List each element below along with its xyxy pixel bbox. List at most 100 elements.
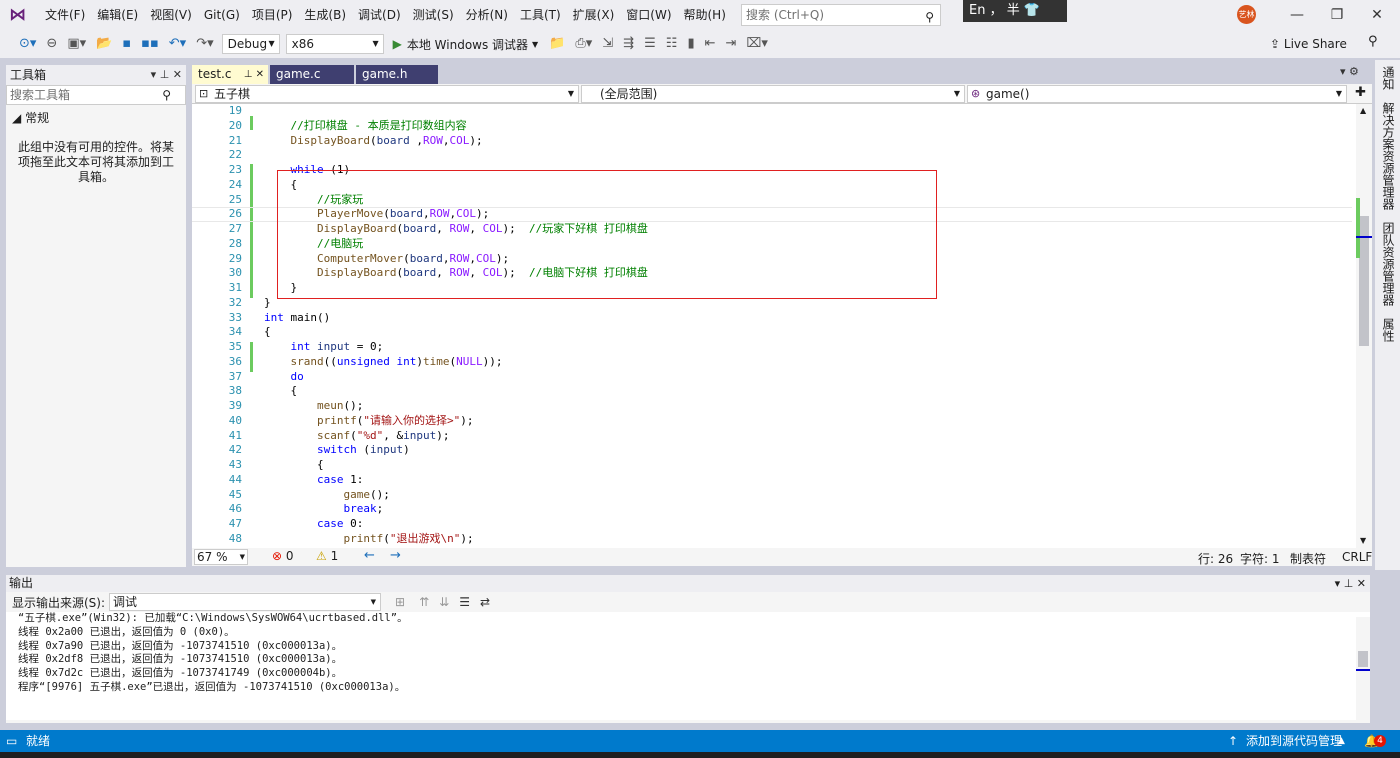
tab-game-c[interactable]: game.c	[270, 65, 354, 84]
tab-solution-explorer[interactable]: 解决方案资源管理器	[1375, 96, 1400, 216]
menu-test[interactable]: 测试(S)	[407, 0, 460, 30]
code-line[interactable]: do	[264, 370, 1344, 385]
bookmark-icon[interactable]: ▮	[682, 30, 699, 58]
menu-file[interactable]: 文件(F)	[39, 0, 91, 30]
prev-bookmark-icon[interactable]: ⇤	[700, 30, 721, 58]
chevron-up-icon[interactable]: ▲	[1338, 730, 1345, 752]
error-count-button[interactable]: ⊗ 0	[272, 549, 294, 563]
screenshot-icon[interactable]: ⎙▾	[570, 30, 597, 58]
configuration-select[interactable]: Debug ▼	[221, 34, 280, 54]
scroll-up-icon[interactable]: ▲	[1360, 106, 1366, 115]
code-line[interactable]: int main()	[264, 311, 1344, 326]
menu-edit[interactable]: 编辑(E)	[91, 0, 144, 30]
close-icon[interactable]: ✕	[1354, 0, 1400, 30]
toolbox-search-input[interactable]: 搜索工具箱 ⚲	[6, 85, 186, 105]
forward-icon[interactable]: ⊖	[41, 30, 62, 58]
code-line[interactable]: case 0:	[264, 517, 1344, 532]
word-wrap-icon[interactable]: ⇄	[480, 595, 490, 609]
scroll-down-icon[interactable]: ▼	[1360, 536, 1366, 545]
next-message-icon[interactable]: ⇊	[439, 595, 449, 609]
output-scrollbar[interactable]	[1356, 617, 1370, 721]
save-icon[interactable]: ▪	[117, 30, 136, 58]
code-line[interactable]: {	[264, 458, 1344, 473]
menu-git[interactable]: Git(G)	[198, 0, 246, 30]
code-line[interactable]: case 1:	[264, 473, 1344, 488]
feedback-icon[interactable]: ⚲	[1368, 34, 1378, 49]
scrollbar-thumb[interactable]	[1358, 651, 1368, 667]
code-line[interactable]: //打印棋盘 - 本质是打印数组内容	[264, 119, 1344, 134]
tab-properties[interactable]: 属性	[1375, 312, 1400, 348]
clear-all-icon[interactable]: ☰	[459, 595, 470, 609]
menu-view[interactable]: 视图(V)	[144, 0, 198, 30]
code-line[interactable]: {	[264, 384, 1344, 399]
comment-icon[interactable]: ☰	[639, 30, 661, 58]
code-line[interactable]	[264, 148, 1344, 163]
scope-dropdown[interactable]: (全局范围) ▼	[581, 85, 965, 103]
tab-notifications[interactable]: 通知	[1375, 60, 1400, 96]
nav-forward-icon[interactable]: →	[390, 548, 401, 563]
split-icon[interactable]: ✚	[1355, 85, 1366, 100]
code-line[interactable]: printf("退出游戏\n");	[264, 532, 1344, 547]
code-line[interactable]: srand((unsigned int)time(NULL));	[264, 355, 1344, 370]
prev-message-icon[interactable]: ⇈	[419, 595, 429, 609]
ime-indicator[interactable]: En ， 半 👕	[963, 0, 1067, 22]
code-line[interactable]: meun();	[264, 399, 1344, 414]
pin-close-icon[interactable]: ⊥ ✕	[244, 65, 264, 84]
eol-indicator[interactable]: CRLF	[1342, 550, 1372, 564]
code-line[interactable]: game();	[264, 488, 1344, 503]
output-source-select[interactable]: 调试 ▼	[109, 593, 382, 611]
code-line[interactable]: int input = 0;	[264, 340, 1344, 355]
menu-tools[interactable]: 工具(T)	[514, 0, 567, 30]
code-line[interactable]	[264, 104, 1344, 119]
nav-back-icon[interactable]: ←	[364, 548, 375, 563]
visual-studio-logo-icon[interactable]: ⋈	[9, 6, 29, 24]
menu-analyze[interactable]: 分析(N)	[460, 0, 514, 30]
editor-vertical-scrollbar[interactable]: ▲ ▼	[1356, 104, 1372, 548]
find-message-icon[interactable]: ⊞	[395, 595, 405, 609]
tab-team-explorer[interactable]: 团队资源管理器	[1375, 216, 1400, 312]
code-line[interactable]: switch (input)	[264, 443, 1344, 458]
undo-icon[interactable]: ↶▾	[164, 30, 191, 58]
line-indicator[interactable]: 行: 26	[1198, 550, 1233, 567]
source-control-button[interactable]: 添加到源代码管理	[1246, 730, 1342, 752]
menu-debug[interactable]: 调试(D)	[352, 0, 407, 30]
code-line[interactable]: break;	[264, 502, 1344, 517]
tab-game-h[interactable]: game.h	[356, 65, 438, 84]
indent-indicator[interactable]: 制表符	[1290, 550, 1326, 567]
member-dropdown[interactable]: ⊛ game() ▼	[967, 85, 1347, 103]
col-indicator[interactable]: 字符: 1	[1240, 550, 1280, 567]
code-line[interactable]: DisplayBoard(board ,ROW,COL);	[264, 134, 1344, 149]
uncomment-icon[interactable]: ☷	[661, 30, 683, 58]
next-bookmark-icon[interactable]: ⇥	[721, 30, 742, 58]
code-line[interactable]: {	[264, 325, 1344, 340]
project-dropdown[interactable]: ⊡ 五子棋 ▼	[195, 85, 579, 103]
save-all-icon[interactable]: ▪▪	[136, 30, 164, 58]
panel-controls-icon[interactable]: ▾ ⊥ ✕	[1335, 575, 1366, 592]
toolbox-group-general[interactable]: ◢ 常规	[6, 105, 186, 130]
menu-build[interactable]: 生成(B)	[298, 0, 352, 30]
zoom-select[interactable]: 67 % ▼	[194, 549, 248, 565]
menu-help[interactable]: 帮助(H)	[678, 0, 732, 30]
tab-test-c[interactable]: test.c ⊥ ✕	[192, 65, 268, 84]
code-line[interactable]: scanf("%d", &input);	[264, 429, 1344, 444]
new-project-icon[interactable]: ▣▾	[62, 30, 91, 58]
menu-project[interactable]: 项目(P)	[246, 0, 299, 30]
warning-count-button[interactable]: ⚠ 1	[316, 549, 338, 563]
output-text[interactable]: “五子棋.exe”(Win32): 已加载“C:\Windows\SysWOW6…	[6, 612, 1370, 720]
live-share-button[interactable]: ⇪ Live Share	[1270, 30, 1347, 58]
menu-extensions[interactable]: 扩展(X)	[567, 0, 621, 30]
code-line[interactable]: printf("请输入你的选择>");	[264, 414, 1344, 429]
panel-controls-icon[interactable]: ▾ ⊥ ✕	[151, 65, 182, 85]
clear-bookmarks-icon[interactable]: ⌧▾	[741, 30, 773, 58]
menu-window[interactable]: 窗口(W)	[620, 0, 677, 30]
start-debugging-button[interactable]: ▶ 本地 Windows 调试器 ▼	[393, 36, 539, 53]
back-icon[interactable]: ⊙▾	[14, 30, 41, 58]
tab-overflow-icon[interactable]: ▾ ⚙	[1340, 65, 1359, 78]
step-icon[interactable]: ⇲	[597, 30, 618, 58]
avatar[interactable]: 艺林	[1237, 5, 1256, 24]
breakpoint-icon[interactable]: ⇶	[618, 30, 639, 58]
redo-icon[interactable]: ↷▾	[191, 30, 218, 58]
platform-select[interactable]: x86 ▼	[285, 34, 384, 54]
open-file-icon[interactable]: 📂	[91, 30, 117, 58]
folder-icon[interactable]: 📁	[544, 30, 570, 58]
